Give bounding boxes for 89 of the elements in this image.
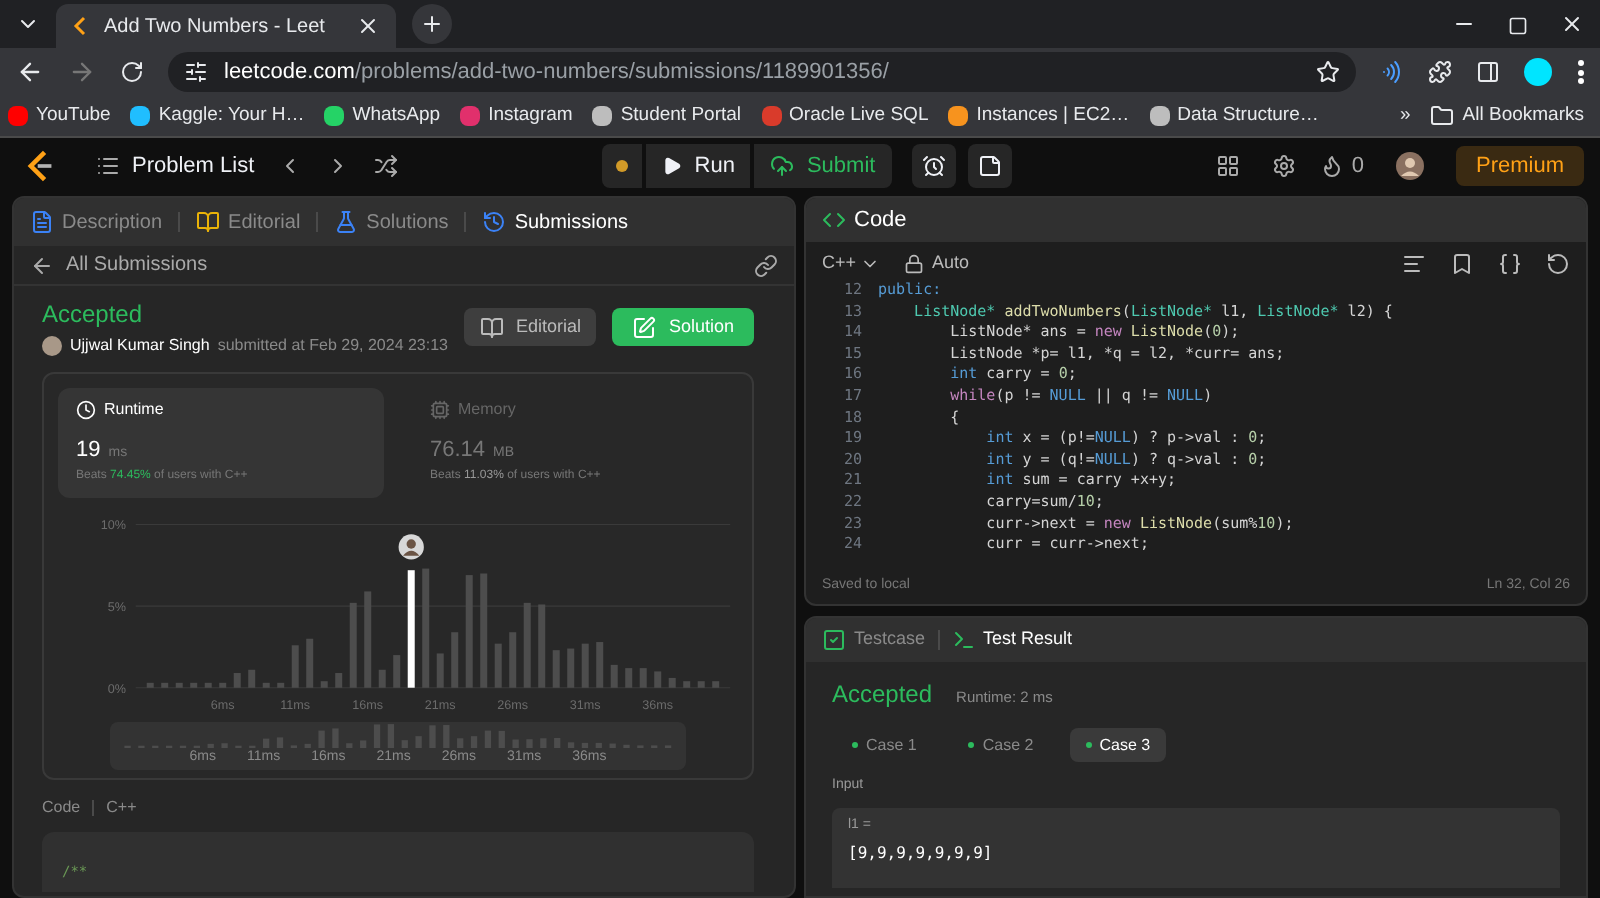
code-icon [822, 208, 846, 232]
lock-icon [904, 254, 925, 274]
close-window-icon[interactable] [1560, 12, 1584, 36]
stat-value: 19 [76, 436, 101, 466]
submission-status: Accepted [42, 298, 145, 332]
shuffle-icon[interactable] [374, 154, 399, 178]
more-bookmarks[interactable]: » [1399, 101, 1411, 131]
back-icon[interactable] [16, 58, 44, 86]
bookmark[interactable]: WhatsApp [324, 101, 441, 131]
link-icon[interactable] [754, 253, 778, 277]
bookmark-star-icon[interactable] [1316, 60, 1340, 84]
streak-icon[interactable] [1319, 154, 1344, 178]
plus-icon [420, 12, 444, 36]
auto-mode-label: Auto [932, 250, 970, 277]
language-select[interactable]: C++ [822, 250, 881, 278]
debug-button[interactable] [602, 144, 643, 188]
reset-icon[interactable] [1546, 252, 1570, 276]
bookmark-icon[interactable] [1450, 252, 1474, 276]
back-arrow-icon[interactable] [30, 253, 54, 277]
url-text: leetcode.com/problems/add-two-numbers/submissions/1189901356/ [224, 57, 891, 88]
bookmark[interactable]: Kaggle: Your H… [130, 101, 305, 131]
result-status: Accepted [832, 678, 933, 712]
panel-tab[interactable]: Editorial [196, 207, 301, 237]
avatar-marker [398, 534, 424, 560]
maximize-icon[interactable] [1508, 16, 1528, 36]
panel-tab[interactable]: Test Result [951, 626, 1073, 654]
author-name[interactable]: Ujjwal Kumar Singh [70, 334, 210, 358]
stat-title: Memory [458, 398, 516, 422]
address-bar[interactable]: leetcode.com/problems/add-two-numbers/submissions/1189901356/ [168, 52, 1356, 92]
case-tab[interactable]: Case 1 [836, 728, 933, 762]
close-tab-icon[interactable] [356, 14, 380, 38]
stat-icon [76, 400, 96, 420]
profile-avatar[interactable] [1524, 58, 1552, 86]
code-label: Code [42, 796, 81, 820]
panel-tab[interactable]: Submissions [482, 207, 629, 237]
case-tab[interactable]: Case 3 [1069, 728, 1167, 762]
forward-icon[interactable] [68, 58, 96, 86]
bookmark[interactable]: Data Structure… [1149, 101, 1319, 131]
edit-icon [632, 315, 657, 339]
language-label: C++ [106, 796, 137, 820]
notes-button[interactable] [967, 144, 1012, 188]
reload-icon[interactable] [120, 60, 144, 84]
new-tab-button[interactable] [412, 4, 452, 44]
bookmark[interactable]: Student Portal [592, 101, 742, 131]
bookmark[interactable]: Instagram [460, 101, 573, 131]
editorial-button[interactable]: Editorial [463, 308, 597, 346]
bookmark[interactable]: Instances | EC2… [948, 101, 1130, 131]
bug-icon [612, 156, 633, 176]
play-icon [662, 156, 683, 176]
terminal-icon [951, 628, 976, 652]
submission-time: submitted at Feb 29, 2024 23:13 [217, 334, 449, 358]
checkbox-icon [822, 628, 846, 652]
all-bookmarks[interactable]: All Bookmarks [1430, 101, 1592, 131]
book-icon [479, 315, 504, 339]
tab-title: Add Two Numbers - Leet [104, 13, 327, 41]
braces-icon[interactable] [1498, 252, 1522, 276]
bookmark[interactable]: Oracle Live SQL [761, 101, 929, 131]
case-tab[interactable]: Case 2 [952, 728, 1050, 762]
run-button[interactable]: Run [646, 144, 751, 188]
submit-button[interactable]: Submit [754, 144, 892, 188]
layout-icon[interactable] [1215, 154, 1240, 178]
menu-icon[interactable] [1576, 60, 1584, 84]
folder-icon [1430, 104, 1455, 128]
site-info-icon[interactable] [184, 60, 208, 84]
settings-icon[interactable] [1271, 154, 1296, 178]
timer-button[interactable] [911, 144, 956, 188]
note-icon [977, 154, 1002, 178]
streak-count: 0 [1351, 151, 1364, 182]
author-avatar [42, 336, 62, 356]
cloud-upload-icon [770, 154, 795, 178]
problem-list-link[interactable]: Problem List [96, 149, 255, 183]
avatar-icon[interactable] [1395, 152, 1424, 180]
premium-button[interactable]: Premium [1455, 146, 1584, 186]
all-submissions-link[interactable]: All Submissions [66, 250, 208, 280]
variable-value: [9,9,9,9,9,9,9] [848, 842, 995, 866]
bookmark[interactable]: YouTube [8, 101, 111, 131]
panel-tab[interactable]: Description [30, 207, 163, 237]
format-icon[interactable] [1402, 252, 1426, 276]
stat-value: 76.14 [430, 436, 486, 466]
stat-icon [430, 400, 450, 420]
leetcode-logo-icon[interactable] [24, 150, 56, 182]
extensions-icon[interactable] [1428, 60, 1452, 84]
side-panel-icon[interactable] [1476, 60, 1500, 84]
panel-title: Code [854, 205, 907, 236]
browser-tab[interactable]: Add Two Numbers - Leet [56, 4, 396, 48]
alarm-clock-icon [921, 154, 946, 178]
panel-tab[interactable]: Solutions [334, 207, 449, 237]
stat-title: Runtime [104, 398, 164, 422]
panel-tab[interactable]: Testcase [822, 626, 926, 654]
